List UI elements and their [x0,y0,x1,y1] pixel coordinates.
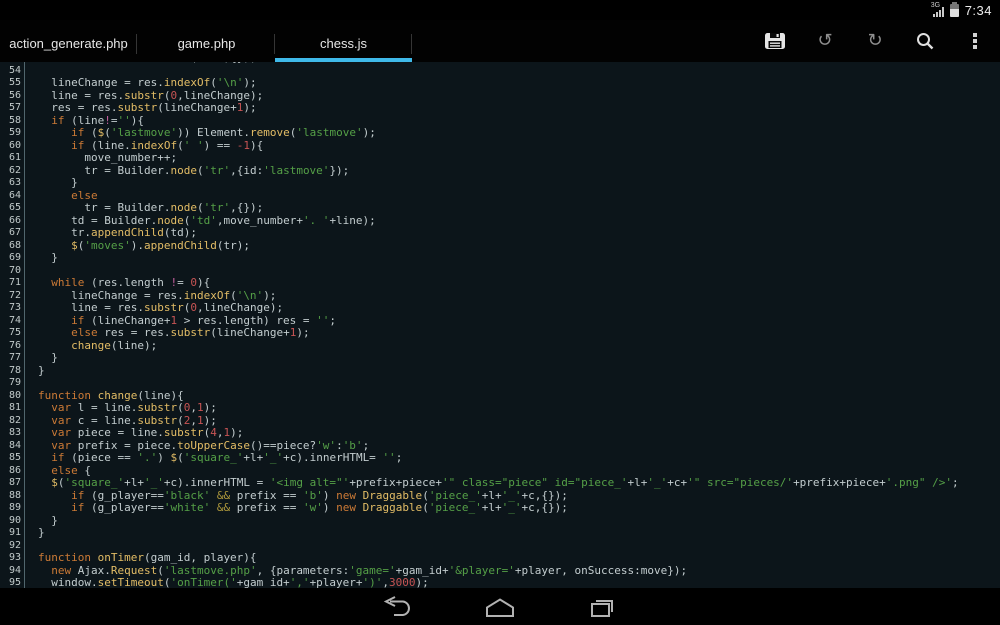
code-line[interactable]: 68 $('moves').appendChild(tr); [0,240,1000,253]
line-number: 54 [0,65,25,78]
line-number: 72 [0,290,25,303]
code-line[interactable]: 90 } [0,515,1000,528]
search-icon [915,31,935,51]
line-number: 61 [0,152,25,165]
line-number: 83 [0,427,25,440]
line-number: 80 [0,390,25,403]
line-number: 65 [0,202,25,215]
code-line[interactable]: 69 } [0,252,1000,265]
overflow-menu-button[interactable] [955,20,995,62]
navigation-bar [0,588,1000,625]
line-number: 73 [0,302,25,315]
code-text [25,377,38,390]
line-number: 68 [0,240,25,253]
redo-button[interactable]: ↻ [855,20,895,62]
code-text: $('moves').appendChild(tr); [25,240,250,253]
search-button[interactable] [905,20,945,62]
tab-action-generate-php[interactable]: action_generate.php [0,24,137,62]
line-number: 82 [0,415,25,428]
line-number: 57 [0,102,25,115]
code-text [25,65,38,78]
line-number: 55 [0,77,25,90]
code-text: } [25,527,45,540]
line-number: 81 [0,402,25,415]
line-number: 78 [0,365,25,378]
line-number: 87 [0,477,25,490]
line-number: 90 [0,515,25,528]
action-bar: action_generate.php game.php chess.js ↺ … [0,20,1000,64]
signal-strength-icon: 3G [933,3,944,17]
line-number: 69 [0,252,25,265]
undo-icon: ↺ [817,32,832,50]
code-line[interactable]: 91} [0,527,1000,540]
tab-label: game.php [178,36,236,51]
undo-button[interactable]: ↺ [805,20,845,62]
line-number: 62 [0,165,25,178]
line-number: 76 [0,340,25,353]
tab-label: action_generate.php [9,36,128,51]
code-editor[interactable]: tr = Builder.node('tr',{});5455 lineChan… [0,62,1000,588]
line-number: 71 [0,277,25,290]
line-number: 94 [0,565,25,578]
line-number: 75 [0,327,25,340]
battery-icon [950,4,959,17]
code-text [25,540,38,553]
line-number: 92 [0,540,25,553]
line-number: 66 [0,215,25,228]
code-text: if (g_player=='white' && prefix == 'w') … [25,502,568,515]
code-line[interactable]: 77 } [0,352,1000,365]
line-number: 89 [0,502,25,515]
line-number: 60 [0,140,25,153]
line-number: 67 [0,227,25,240]
line-number: 70 [0,265,25,278]
code-line[interactable]: 78} [0,365,1000,378]
line-number: 91 [0,527,25,540]
code-line[interactable]: 62 tr = Builder.node('tr',{id:'lastmove'… [0,165,1000,178]
back-button[interactable] [381,596,415,618]
tab-game-php[interactable]: game.php [138,24,275,62]
redo-icon: ↻ [867,32,882,50]
line-number: 58 [0,115,25,128]
code-text: } [25,252,58,265]
line-number: 77 [0,352,25,365]
recents-icon [585,596,619,618]
line-number: 79 [0,377,25,390]
home-icon [483,596,517,618]
code-line[interactable]: 63 } [0,177,1000,190]
code-text: } [25,365,45,378]
clock: 7:34 [965,3,992,18]
tab-label: chess.js [320,36,367,51]
network-type-badge: 3G [931,2,940,9]
line-number: 74 [0,315,25,328]
line-number: 59 [0,127,25,140]
line-number: 63 [0,177,25,190]
code-text: tr = Builder.node('tr',{}); [25,62,257,65]
line-number: 64 [0,190,25,203]
back-icon [381,596,415,618]
line-number: 93 [0,552,25,565]
code-line[interactable]: 76 change(line); [0,340,1000,353]
line-number: 85 [0,452,25,465]
status-bar: 3G 7:34 [0,0,1000,20]
tablet-screen: 3G 7:34 action_generate.php game.php che… [0,0,1000,625]
tab-chess-js[interactable]: chess.js [275,24,412,62]
code-text: window.setTimeout('onTimer('+gam_id+','+… [25,577,429,588]
save-button[interactable] [755,20,795,62]
code-text [25,265,38,278]
code-line[interactable]: 85 if (piece == '.') $('square_'+l+'_'+c… [0,452,1000,465]
overflow-menu-icon [973,33,977,49]
line-number: 56 [0,90,25,103]
code-line[interactable]: 57 res = res.substr(lineChange+1); [0,102,1000,115]
line-number: 84 [0,440,25,453]
save-icon [764,32,786,50]
code-area: tr = Builder.node('tr',{});5455 lineChan… [0,62,1000,588]
code-line[interactable]: 89 if (g_player=='white' && prefix == 'w… [0,502,1000,515]
line-number: 95 [0,577,25,588]
recents-button[interactable] [585,596,619,618]
home-button[interactable] [483,596,517,618]
line-number: 86 [0,465,25,478]
line-number: 88 [0,490,25,503]
code-line[interactable]: 95 window.setTimeout('onTimer('+gam_id+'… [0,577,1000,588]
